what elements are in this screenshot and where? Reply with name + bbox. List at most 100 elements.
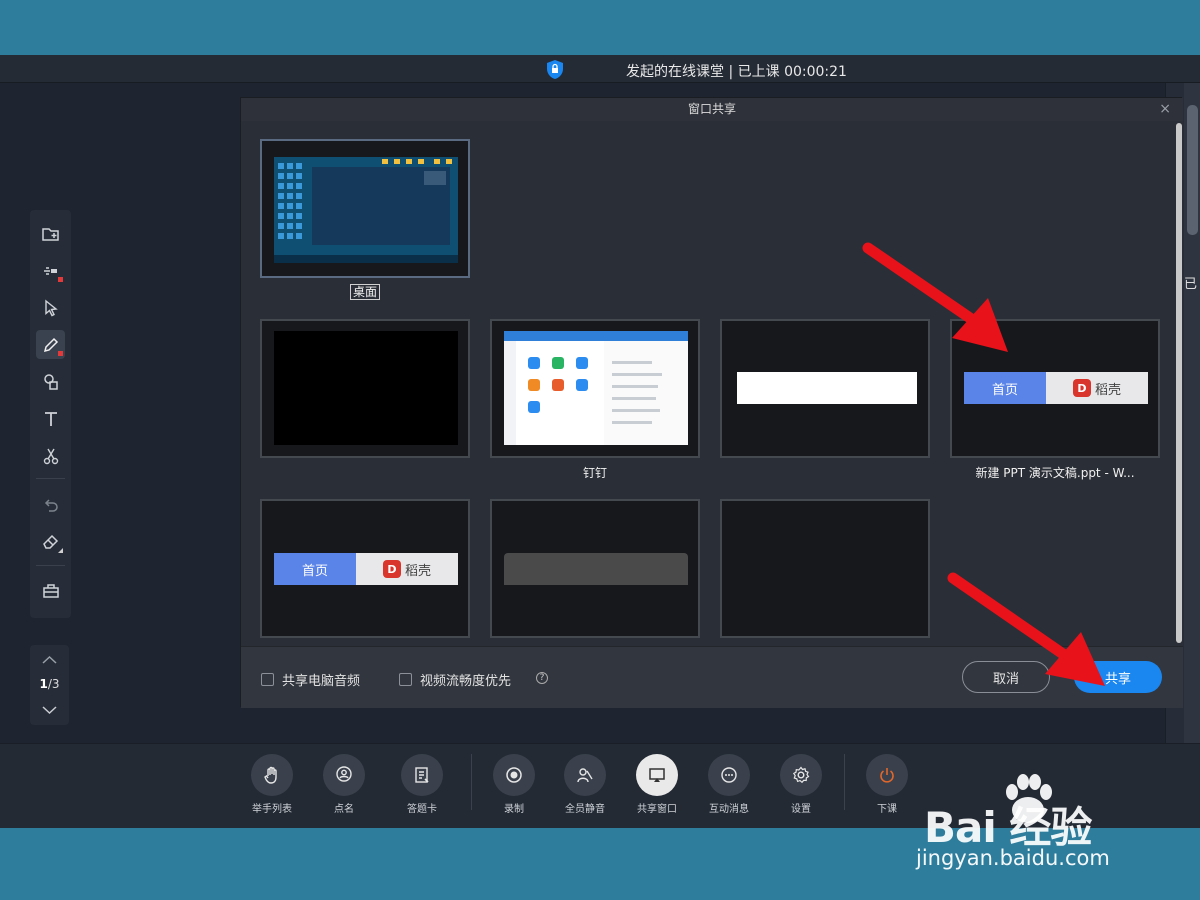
toolbox-tool[interactable] [36, 576, 65, 605]
page-indicator: 1/3 [30, 677, 69, 691]
eraser-icon [42, 534, 58, 549]
cancel-button[interactable]: 取消 [962, 661, 1050, 693]
classroom-control-bar: 举手列表 点名 答题卡 录制 全员静音 共享窗口 互动消息 设置 下课 [0, 743, 1200, 828]
laser-pointer-tool[interactable] [36, 256, 65, 285]
message-icon [708, 754, 750, 796]
wps-home-tab: 首页 [274, 553, 356, 585]
window-thumbnail-wps[interactable]: 首页 D 稻壳 [260, 499, 470, 638]
classroom-app: 发起的在线课堂 | 已上课 00:00:21 戈 已 [0, 55, 1200, 828]
window-thumbnail-black[interactable] [260, 319, 470, 458]
end-class-button[interactable]: 下课 [852, 754, 922, 815]
raise-hand-list-button[interactable]: 举手列表 [237, 754, 307, 815]
caption-text: 桌面 [349, 284, 380, 300]
share-window-icon [636, 754, 678, 796]
title-bar: 发起的在线课堂 | 已上课 00:00:21 [0, 55, 1200, 83]
close-icon[interactable]: × [1159, 101, 1171, 117]
settings-button[interactable]: 设置 [766, 754, 836, 815]
docer-tab-label: 稻壳 [1094, 382, 1121, 398]
control-bar-divider [471, 754, 472, 810]
add-file-tool[interactable] [36, 219, 65, 248]
desktop-preview [274, 157, 458, 263]
button-label: 全员静音 [565, 804, 605, 815]
button-label: 录制 [504, 804, 524, 815]
mute-all-icon [564, 754, 606, 796]
dialog-scroll-thumb[interactable] [1176, 123, 1182, 643]
answer-card-button[interactable]: 答题卡 [387, 754, 457, 815]
docer-logo-icon: D [382, 560, 401, 578]
button-label: 共享窗口 [637, 804, 677, 815]
checkbox-box[interactable] [261, 673, 274, 686]
window-thumbnail-white-bar[interactable] [720, 319, 930, 458]
top-band [0, 0, 1200, 55]
dialog-title: 窗口共享 [241, 98, 1183, 121]
help-icon[interactable]: ? [536, 672, 548, 684]
dialog-scrollbar[interactable] [1175, 121, 1183, 646]
window-thumbnail-ppt[interactable]: 首页 D 稻壳 [950, 319, 1160, 458]
share-button[interactable]: 共享 [1074, 661, 1162, 693]
share-audio-checkbox[interactable]: 共享电脑音频 [261, 670, 360, 689]
power-icon [866, 754, 908, 796]
button-label: 点名 [334, 804, 354, 815]
cursor-arrow-icon [44, 299, 58, 316]
window-thumbnail-grid: 桌面 钉钉 首页 D 稻壳 新建 PPT 演示文稿.ppt - W... 首页 … [241, 121, 1176, 646]
wps-home-tab: 首页 [964, 372, 1046, 404]
mute-all-button[interactable]: 全员静音 [550, 754, 620, 815]
toolbar-divider [36, 565, 65, 566]
interactive-message-button[interactable]: 互动消息 [694, 754, 764, 815]
share-window-button[interactable]: 共享窗口 [622, 754, 692, 815]
page-up-icon[interactable] [41, 653, 58, 667]
toolbox-icon [42, 583, 59, 598]
tool-option-marker [58, 277, 63, 282]
dingtalk-preview-image [504, 331, 688, 445]
wps-tab-strip: 首页 D 稻壳 [274, 553, 458, 585]
window-share-dialog: 窗口共享 × 桌面 钉钉 首页 D 稻壳 新建 PPT 演示文稿.ppt - W… [240, 97, 1183, 708]
record-icon [493, 754, 535, 796]
window-thumbnail-empty[interactable] [720, 499, 930, 638]
white-bar-preview [737, 372, 917, 404]
wps-docer-tab: D 稻壳 [1046, 372, 1148, 404]
page-down-icon[interactable] [41, 703, 58, 717]
page-navigator: 1/3 [30, 645, 69, 725]
right-panel-scrollbar[interactable] [1184, 83, 1200, 743]
button-label: 下课 [877, 804, 897, 815]
shapes-tool[interactable] [36, 367, 65, 396]
window-thumbnail-dingtalk[interactable] [490, 319, 700, 458]
bottom-band [0, 828, 1200, 900]
undo-icon [44, 498, 58, 512]
pen-tool[interactable] [36, 330, 65, 359]
class-status-title: 发起的在线课堂 | 已上课 00:00:21 [626, 64, 847, 80]
scissors-icon [43, 448, 58, 464]
docer-tab-label: 稻壳 [404, 563, 431, 579]
record-button[interactable]: 录制 [479, 754, 549, 815]
button-label: 设置 [791, 804, 811, 815]
wps-docer-tab: D 稻壳 [356, 553, 458, 585]
dialog-footer: 共享电脑音频 视频流畅度优先 ? 取消 共享 [241, 646, 1183, 708]
right-panel-scroll-thumb[interactable] [1187, 105, 1198, 235]
share-audio-label: 共享电脑音频 [282, 674, 361, 689]
text-tool[interactable] [36, 404, 65, 433]
select-tool[interactable] [36, 293, 65, 322]
gear-icon [780, 754, 822, 796]
window-thumbnail-gray[interactable] [490, 499, 700, 638]
checkbox-box[interactable] [399, 673, 412, 686]
button-label: 答题卡 [407, 804, 437, 815]
window-caption: 桌面 [260, 283, 470, 300]
wps-tab-strip: 首页 D 稻壳 [964, 372, 1148, 404]
shapes-icon [43, 373, 58, 390]
undo-tool[interactable] [36, 490, 65, 519]
button-label: 互动消息 [709, 804, 749, 815]
window-caption: 钉钉 [582, 466, 607, 480]
video-smooth-checkbox[interactable]: 视频流畅度优先 [399, 670, 511, 689]
desktop-preview-image [274, 157, 458, 263]
roll-call-icon [323, 754, 365, 796]
folder-plus-icon [41, 227, 59, 241]
gray-bar-preview [504, 553, 688, 585]
current-page: 1 [39, 677, 48, 691]
roll-call-button[interactable]: 点名 [309, 754, 379, 815]
window-thumbnail-desktop[interactable] [260, 139, 470, 278]
total-pages: /3 [47, 677, 60, 691]
control-bar-divider [844, 754, 845, 810]
docer-logo-icon: D [1072, 379, 1091, 397]
eraser-tool[interactable] [36, 527, 65, 556]
scissors-tool[interactable] [36, 441, 65, 470]
